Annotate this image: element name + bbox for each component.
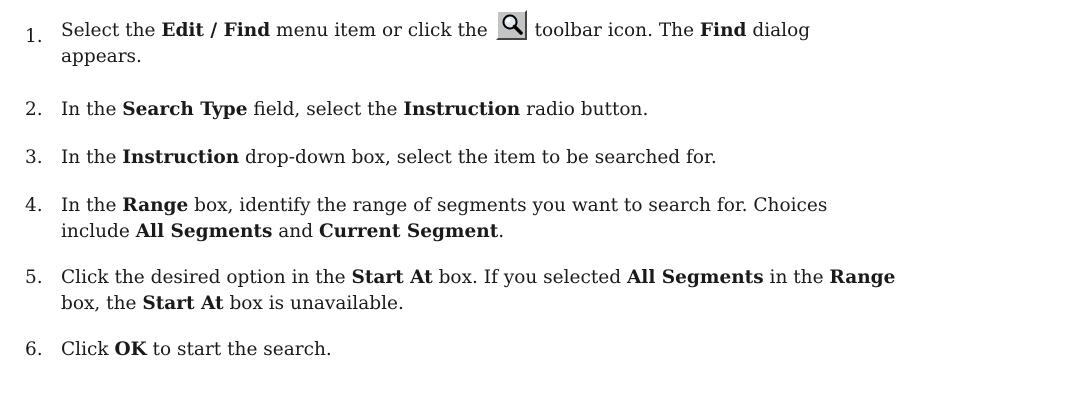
- field-name-start-at: Start At: [142, 293, 224, 314]
- step-number: 4.: [25, 195, 43, 216]
- step-text-run: Select the: [61, 20, 162, 41]
- step-text-run: field, select the: [247, 99, 404, 120]
- step-text: Click the desired option in the Start At…: [61, 265, 1055, 317]
- step-text-run: toolbar icon. The: [528, 20, 700, 41]
- option-name-current-segment: Current Segment: [318, 221, 499, 242]
- step-text-run: Click: [61, 339, 115, 360]
- step-text-run: in the: [763, 267, 830, 288]
- step-text-run: to start the search.: [146, 339, 332, 360]
- step-text: Click OK to start the search.: [61, 337, 1055, 363]
- option-name-all-segments: All Segments: [626, 267, 764, 288]
- step-text: Select the Edit / Find menu item or clic…: [61, 10, 1055, 70]
- option-name-all-segments: All Segments: [135, 221, 273, 242]
- step-text-run: .: [498, 221, 505, 242]
- step-number: 2.: [25, 99, 43, 120]
- field-name-instruction: Instruction: [122, 147, 240, 168]
- step-text-run: box is unavailable.: [223, 293, 404, 314]
- step-number: 5.: [25, 267, 43, 288]
- step-text-run: box. If you selected: [432, 267, 627, 288]
- field-name-range: Range: [829, 267, 896, 288]
- step-text-run: In the: [61, 195, 123, 216]
- step-text-run: include: [61, 221, 136, 242]
- step-text: In the Search Type field, select the Ins…: [61, 97, 1055, 123]
- field-name-range: Range: [122, 195, 189, 216]
- step-text-run: box, identify the range of segments you …: [188, 195, 828, 216]
- step-text-run: radio button.: [520, 99, 649, 120]
- find-toolbar-button[interactable]: [495, 10, 527, 40]
- step-text: In the Range box, identify the range of …: [61, 193, 1055, 245]
- step-text-run: dialog: [746, 20, 811, 41]
- button-name-ok: OK: [114, 339, 147, 360]
- field-name-search-type: Search Type: [122, 99, 248, 120]
- step-text-run: Click the desired option in the: [61, 267, 352, 288]
- option-name-instruction: Instruction: [403, 99, 521, 120]
- field-name-start-at: Start At: [351, 267, 433, 288]
- step-text-run: In the: [61, 147, 123, 168]
- step-text: In the Instruction drop-down box, select…: [61, 145, 1055, 171]
- step-text-run: box, the: [61, 293, 143, 314]
- step-number: 6.: [25, 339, 43, 360]
- menu-path-edit-find: Edit / Find: [161, 20, 271, 41]
- dialog-name-find: Find: [699, 20, 747, 41]
- step-number: 1.: [25, 26, 43, 47]
- step-text-run: menu item or click the: [270, 20, 494, 41]
- instructions-page: 1. Select the Edit / Find menu item or c…: [0, 0, 1065, 409]
- step-text-run: appears.: [61, 46, 142, 67]
- step-text-run: drop-down box, select the item to be sea…: [239, 147, 717, 168]
- step-number: 3.: [25, 147, 43, 168]
- step-text-run: and: [272, 221, 319, 242]
- find-magnifier-icon: [502, 14, 523, 35]
- step-text-run: In the: [61, 99, 123, 120]
